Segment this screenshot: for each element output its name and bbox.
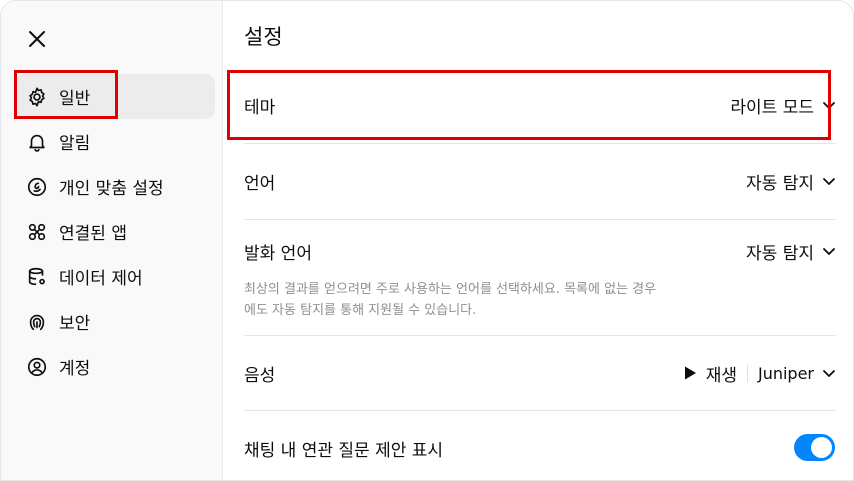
sidebar-item-data-controls[interactable]: 데이터 제어 <box>15 254 215 299</box>
sidebar-item-label: 계정 <box>59 359 91 379</box>
close-button[interactable] <box>23 25 51 53</box>
divider <box>244 410 836 411</box>
play-icon <box>684 366 696 380</box>
suggestions-row: 채팅 내 연관 질문 제안 표시 <box>244 428 784 468</box>
theme-dropdown[interactable]: 라이트 모드 <box>730 93 836 118</box>
voice-controls: 재생 Juniper <box>682 361 836 386</box>
suggestions-label: 채팅 내 연관 질문 제안 표시 <box>244 440 444 461</box>
voice-value: Juniper <box>757 363 814 383</box>
description-line: 에도 자동 탐지를 통해 지원될 수 있습니다. <box>244 303 477 318</box>
bell-icon <box>25 130 49 154</box>
page-title: 설정 <box>244 25 283 49</box>
spoken-language-value: 자동 탐지 <box>746 243 814 264</box>
sidebar-item-connected-apps[interactable]: 연결된 앱 <box>15 209 215 254</box>
sidebar-item-account[interactable]: 계정 <box>15 344 215 389</box>
chevron-down-icon <box>823 178 835 185</box>
account-icon <box>25 355 49 379</box>
language-value: 자동 탐지 <box>746 173 814 194</box>
toggle-knob <box>811 437 832 458</box>
language-dropdown[interactable]: 자동 탐지 <box>746 169 836 194</box>
sidebar-item-label: 개인 맞춤 설정 <box>59 179 164 199</box>
voice-label: 음성 <box>244 365 276 386</box>
theme-row: 테마 라이트 모드 <box>244 85 836 125</box>
voice-row: 음성 재생 Juniper <box>244 353 836 393</box>
chevron-down-icon <box>823 102 835 109</box>
sidebar-item-label: 보안 <box>59 314 91 334</box>
personalize-icon <box>25 175 49 199</box>
play-voice-button[interactable]: 재생 <box>682 361 737 386</box>
play-label: 재생 <box>705 365 737 386</box>
sidebar-item-general[interactable]: 일반 <box>15 74 215 119</box>
sidebar-item-label: 일반 <box>59 89 91 109</box>
sidebar-item-label: 연결된 앱 <box>59 224 127 244</box>
settings-sidebar: 일반 알림 개인 맞춤 설정 연결된 앱 데이터 제어 보안 계정 <box>1 1 223 480</box>
sidebar-item-security[interactable]: 보안 <box>15 299 215 344</box>
spoken-language-label: 발화 언어 <box>244 243 312 264</box>
sidebar-item-notifications[interactable]: 알림 <box>15 119 215 164</box>
sidebar-item-label: 알림 <box>59 134 91 154</box>
description-line: 최상의 결과를 얻으려면 주로 사용하는 언어를 선택하세요. 목록에 없는 경… <box>244 282 657 297</box>
voice-dropdown[interactable]: Juniper <box>758 364 836 383</box>
sidebar-item-personalization[interactable]: 개인 맞춤 설정 <box>15 164 215 209</box>
spoken-language-dropdown[interactable]: 자동 탐지 <box>746 239 836 264</box>
divider <box>244 143 836 144</box>
spoken-language-description: 최상의 결과를 얻으려면 주로 사용하는 언어를 선택하세요. 목록에 없는 경… <box>244 279 784 321</box>
security-icon <box>25 310 49 334</box>
divider <box>244 219 836 220</box>
language-row: 언어 자동 탐지 <box>244 161 836 201</box>
spoken-language-row: 발화 언어 자동 탐지 <box>244 231 836 271</box>
settings-main: 설정 테마 라이트 모드 언어 자동 탐지 발화 언어 자동 탐지 최상의 결과… <box>223 1 853 480</box>
apps-icon <box>25 220 49 244</box>
sidebar-item-label: 데이터 제어 <box>59 269 143 289</box>
theme-value: 라이트 모드 <box>730 97 814 118</box>
chevron-down-icon <box>823 248 835 255</box>
close-icon <box>29 31 45 47</box>
theme-label: 테마 <box>244 97 276 118</box>
suggestions-toggle[interactable] <box>794 434 835 461</box>
settings-window: 일반 알림 개인 맞춤 설정 연결된 앱 데이터 제어 보안 계정 설정 테마 … <box>0 0 854 481</box>
voice-separator <box>746 364 748 382</box>
gear-icon <box>25 85 49 109</box>
chevron-down-icon <box>823 370 835 377</box>
settings-nav: 일반 알림 개인 맞춤 설정 연결된 앱 데이터 제어 보안 계정 <box>15 74 215 389</box>
language-label: 언어 <box>244 173 276 194</box>
database-icon <box>25 265 49 289</box>
divider <box>244 335 836 336</box>
